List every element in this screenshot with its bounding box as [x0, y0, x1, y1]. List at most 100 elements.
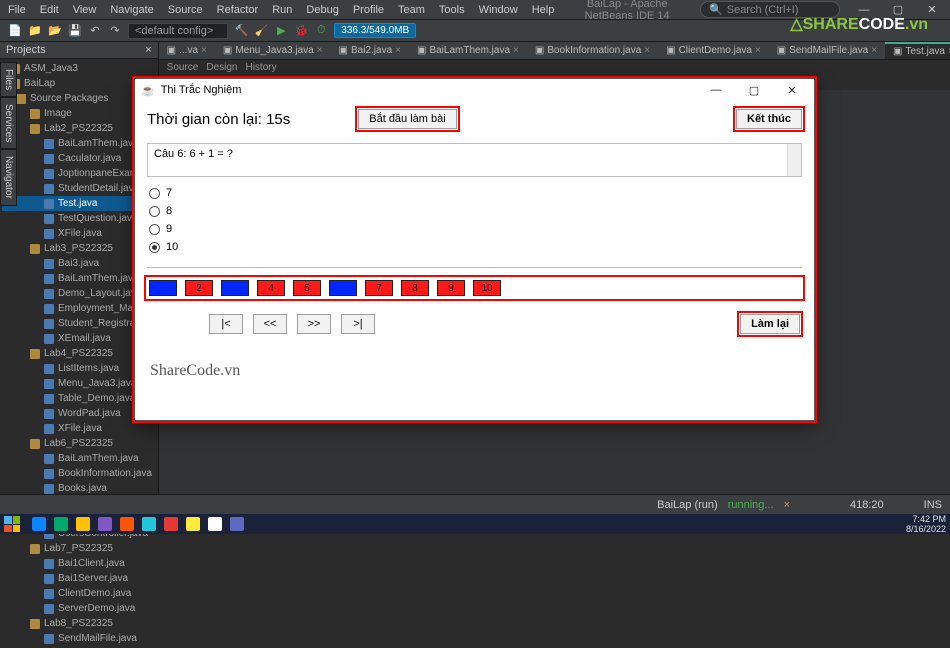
- dialog-titlebar[interactable]: ☕ Thi Trắc Nghiệm — ▢ ✕: [135, 79, 814, 101]
- menu-item[interactable]: Navigate: [110, 4, 153, 16]
- start-icon[interactable]: [4, 516, 20, 532]
- answer-option[interactable]: 9: [149, 223, 800, 235]
- tree-file[interactable]: ListItems.java: [2, 361, 156, 376]
- editor-tab[interactable]: ▣SendMailFile.java×: [769, 42, 885, 59]
- task-icon[interactable]: [120, 517, 134, 531]
- tree-folder[interactable]: Source Packages: [2, 91, 156, 106]
- view-source[interactable]: Source: [167, 62, 199, 73]
- editor-tab[interactable]: ▣BookInformation.java×: [527, 42, 658, 59]
- radio-icon[interactable]: [149, 224, 160, 235]
- nav-next-button[interactable]: >>: [297, 314, 331, 334]
- services-side-tab[interactable]: Services: [0, 97, 17, 149]
- close-icon[interactable]: ✕: [776, 79, 808, 101]
- radio-icon[interactable]: [149, 188, 160, 199]
- menu-item[interactable]: Source: [168, 4, 203, 16]
- maximize-icon[interactable]: ▢: [738, 79, 770, 101]
- tree-file[interactable]: Caculator.java: [2, 151, 156, 166]
- save-icon[interactable]: 💾: [68, 24, 82, 38]
- profile-icon[interactable]: ⏱: [314, 24, 328, 38]
- run-icon[interactable]: ▶: [274, 24, 288, 38]
- tree-folder[interactable]: Lab4_PS22325: [2, 346, 156, 361]
- question-number-button[interactable]: 5: [293, 280, 321, 296]
- menu-item[interactable]: Team: [398, 4, 425, 16]
- tree-file[interactable]: BaiLamThem.java: [2, 271, 156, 286]
- tree-folder[interactable]: Lab6_PS22325: [2, 436, 156, 451]
- menu-item[interactable]: View: [73, 4, 97, 16]
- nav-prev-button[interactable]: <<: [253, 314, 287, 334]
- task-icon[interactable]: [142, 517, 156, 531]
- view-design[interactable]: Design: [206, 62, 237, 73]
- question-number-button[interactable]: 4: [257, 280, 285, 296]
- new-project-icon[interactable]: 📁: [28, 24, 42, 38]
- tree-folder[interactable]: Lab8_PS22325: [2, 616, 156, 631]
- menu-item[interactable]: File: [8, 4, 26, 16]
- question-number-button[interactable]: 6: [329, 280, 357, 296]
- tree-file[interactable]: Employment_Ma...: [2, 301, 156, 316]
- task-icon[interactable]: [54, 517, 68, 531]
- tree-folder[interactable]: Lab2_PS22325: [2, 121, 156, 136]
- tree-file[interactable]: Bai1Client.java: [2, 556, 156, 571]
- menu-item[interactable]: Window: [479, 4, 518, 16]
- retry-button[interactable]: Làm lại: [740, 314, 800, 334]
- start-button[interactable]: Bắt đầu làm bài: [358, 109, 456, 129]
- question-number-button[interactable]: 2: [185, 280, 213, 296]
- build-icon[interactable]: 🔨: [234, 24, 248, 38]
- nav-last-button[interactable]: >|: [341, 314, 375, 334]
- tree-file[interactable]: TestQuestion.java: [2, 211, 156, 226]
- tree-file[interactable]: Table_Demo.java: [2, 391, 156, 406]
- memory-meter[interactable]: 336.3/549.0MB: [334, 23, 416, 38]
- task-icon[interactable]: [208, 517, 222, 531]
- radio-icon[interactable]: [149, 206, 160, 217]
- tree-file[interactable]: XEmail.java: [2, 331, 156, 346]
- menu-item[interactable]: Help: [532, 4, 555, 16]
- tree-file[interactable]: Menu_Java3.java: [2, 376, 156, 391]
- tree-file[interactable]: Bai1Server.java: [2, 571, 156, 586]
- tree-folder[interactable]: Image: [2, 106, 156, 121]
- menu-item[interactable]: Run: [272, 4, 292, 16]
- run-config-combo[interactable]: <default config>: [128, 23, 228, 39]
- status-stop-icon[interactable]: ×: [784, 499, 790, 511]
- tree-file[interactable]: XFile.java: [2, 421, 156, 436]
- tree-file[interactable]: BaiLamThem.java: [2, 451, 156, 466]
- panel-close-icon[interactable]: ×: [145, 44, 151, 56]
- undo-icon[interactable]: ↶: [88, 24, 102, 38]
- task-icon[interactable]: [164, 517, 178, 531]
- open-icon[interactable]: 📂: [48, 24, 62, 38]
- tree-folder[interactable]: BaiLap: [2, 76, 156, 91]
- question-number-button[interactable]: 9: [437, 280, 465, 296]
- editor-tab[interactable]: ▣...va×: [159, 42, 215, 59]
- files-side-tab[interactable]: Files: [0, 62, 17, 97]
- clean-build-icon[interactable]: 🧹: [254, 24, 268, 38]
- editor-tab[interactable]: ▣Bai2.java×: [331, 42, 409, 59]
- task-icon[interactable]: [230, 517, 244, 531]
- menu-item[interactable]: Profile: [353, 4, 384, 16]
- scrollbar[interactable]: [787, 144, 801, 176]
- menu-item[interactable]: Refactor: [217, 4, 259, 16]
- tree-file[interactable]: Demo_Layout.java: [2, 286, 156, 301]
- finish-button[interactable]: Kết thúc: [736, 109, 802, 129]
- radio-icon[interactable]: [149, 242, 160, 253]
- tree-folder[interactable]: Lab7_PS22325: [2, 541, 156, 556]
- menu-item[interactable]: Tools: [439, 4, 465, 16]
- task-icon[interactable]: [186, 517, 200, 531]
- question-number-button[interactable]: 10: [473, 280, 501, 296]
- question-textarea[interactable]: Câu 6: 6 + 1 = ?: [147, 143, 802, 177]
- task-icon[interactable]: [98, 517, 112, 531]
- debug-icon[interactable]: 🐞: [294, 24, 308, 38]
- minimize-icon[interactable]: —: [700, 79, 732, 101]
- editor-tab[interactable]: ▣Menu_Java3.java×: [215, 42, 331, 59]
- editor-tab[interactable]: ▣ClientDemo.java×: [658, 42, 769, 59]
- answer-option[interactable]: 10: [149, 241, 800, 253]
- tree-file[interactable]: XFile.java: [2, 226, 156, 241]
- navigator-side-tab[interactable]: Navigator: [0, 149, 17, 206]
- task-icon[interactable]: [76, 517, 90, 531]
- tree-file[interactable]: StudentDetail.java: [2, 181, 156, 196]
- tree-file[interactable]: BaiLamThem.java: [2, 136, 156, 151]
- tree-file[interactable]: SendMailFile.java: [2, 631, 156, 646]
- question-number-button[interactable]: 7: [365, 280, 393, 296]
- task-icon[interactable]: [32, 517, 46, 531]
- redo-icon[interactable]: ↷: [108, 24, 122, 38]
- tray-clock[interactable]: 7:42 PM 8/16/2022: [906, 514, 946, 534]
- tree-file[interactable]: Test.java: [2, 196, 156, 211]
- question-number-button[interactable]: 1: [149, 280, 177, 296]
